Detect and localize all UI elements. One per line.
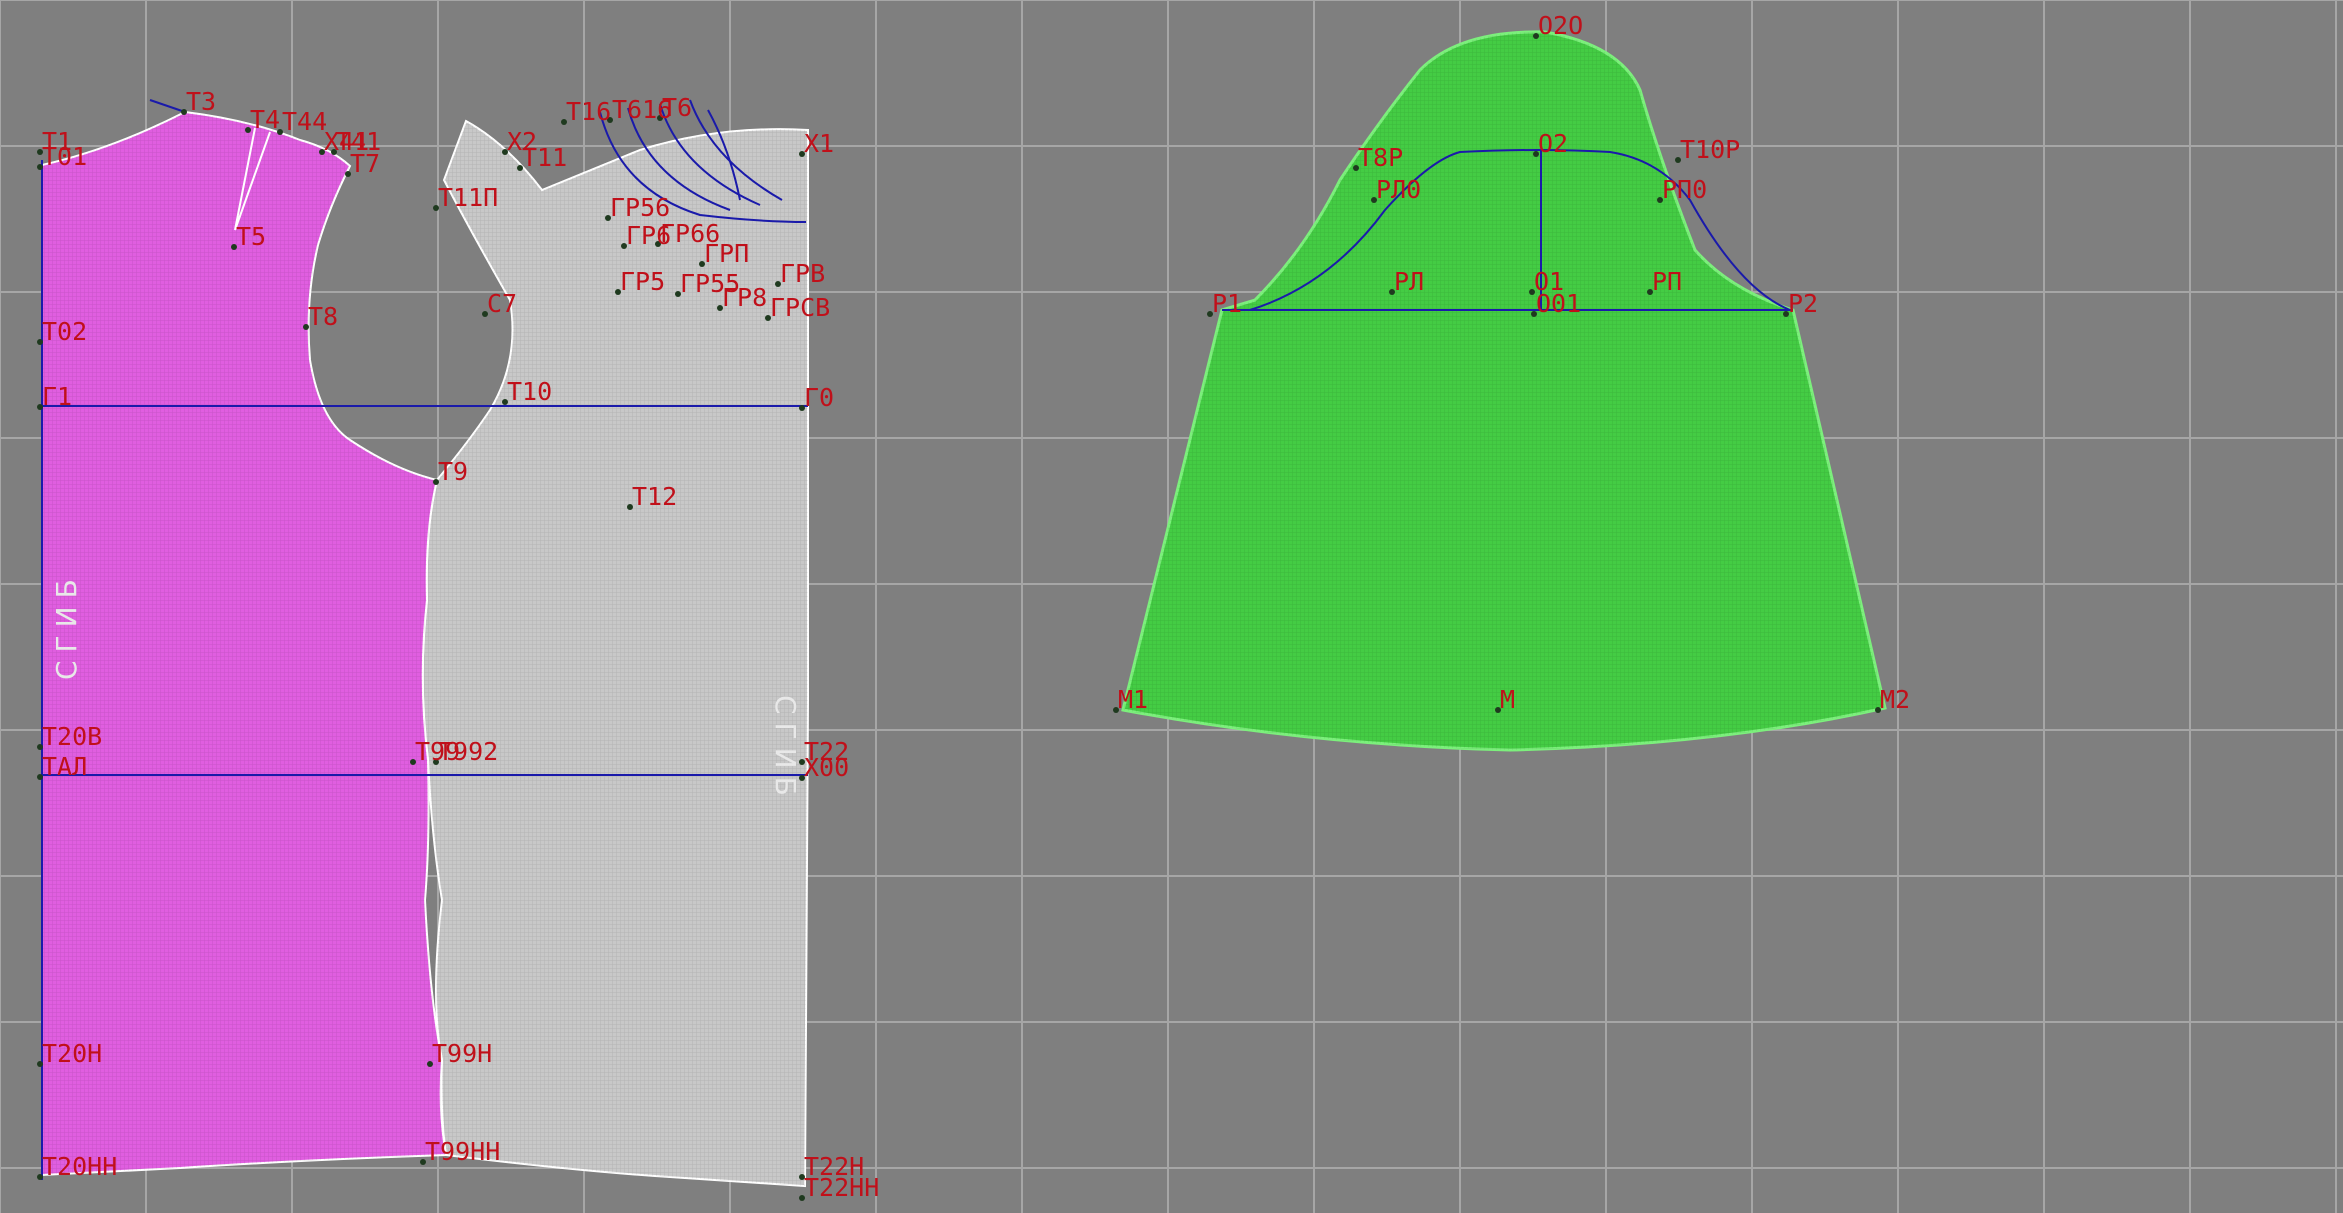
label-grp: ГРП (704, 239, 749, 268)
label-m: М (1500, 685, 1515, 714)
label-t992: Т992 (438, 737, 498, 766)
label-t9: Т9 (438, 457, 468, 486)
label-t4: Т4 (250, 105, 280, 134)
label-rp0: РП0 (1662, 175, 1707, 204)
label-t02: Т02 (42, 317, 87, 346)
label-p2: Р2 (1788, 289, 1818, 318)
label-c7: С7 (487, 289, 517, 318)
label-t16: Т16 (566, 97, 611, 126)
label-m2: М2 (1880, 685, 1910, 714)
fold-label-back: СГИБ (50, 571, 83, 680)
label-t12: Т12 (632, 482, 677, 511)
label-gr8: ГР8 (722, 283, 767, 312)
fold-label-front: СГИБ (769, 695, 802, 804)
label-g1: Г1 (42, 382, 72, 411)
label-t44: Т44 (282, 107, 327, 136)
label-t3: Т3 (186, 87, 216, 116)
label-t20n: Т20Н (42, 1039, 102, 1068)
label-t5: Т5 (236, 222, 266, 251)
label-t22nn: Т22НН (804, 1173, 879, 1202)
label-grcv: ГРСВ (770, 293, 830, 322)
label-o2o: О2О (1538, 11, 1583, 40)
label-g0: Г0 (804, 383, 834, 412)
label-t11: Т11 (522, 143, 567, 172)
label-t11p: Т11П (438, 183, 498, 212)
label-x1: Х1 (804, 129, 834, 158)
pattern-canvas[interactable]: СГИБ СГИБ Т1 Т01 Т3 Т4 Т44 Х41 Т41 Т7 Т5… (0, 0, 2343, 1213)
label-t01: Т01 (42, 142, 87, 171)
label-t7: Т7 (350, 149, 380, 178)
label-grv: ГРВ (780, 259, 825, 288)
label-t10r: Т10Р (1680, 135, 1740, 164)
label-o01: О01 (1536, 289, 1581, 318)
label-t8: Т8 (308, 302, 338, 331)
label-x00: Х00 (804, 753, 849, 782)
label-rl: РЛ (1394, 267, 1424, 296)
label-t10: Т10 (507, 377, 552, 406)
label-tal: ТАЛ (42, 752, 87, 781)
label-o2: О2 (1538, 129, 1568, 158)
label-rp: РП (1652, 267, 1682, 296)
label-gr5: ГР5 (620, 267, 665, 296)
label-gr56: ГР56 (610, 193, 670, 222)
label-t8r: Т8Р (1358, 143, 1403, 172)
label-m1: М1 (1118, 685, 1148, 714)
label-t6: Т6 (662, 93, 692, 122)
label-p1: Р1 (1212, 289, 1242, 318)
label-t99n: Т99Н (432, 1039, 492, 1068)
label-rl0: РЛ0 (1376, 175, 1421, 204)
label-t20v: Т20В (42, 722, 102, 751)
label-t99nn: Т99НН (425, 1137, 500, 1166)
label-t20nn: Т20НН (42, 1152, 117, 1181)
